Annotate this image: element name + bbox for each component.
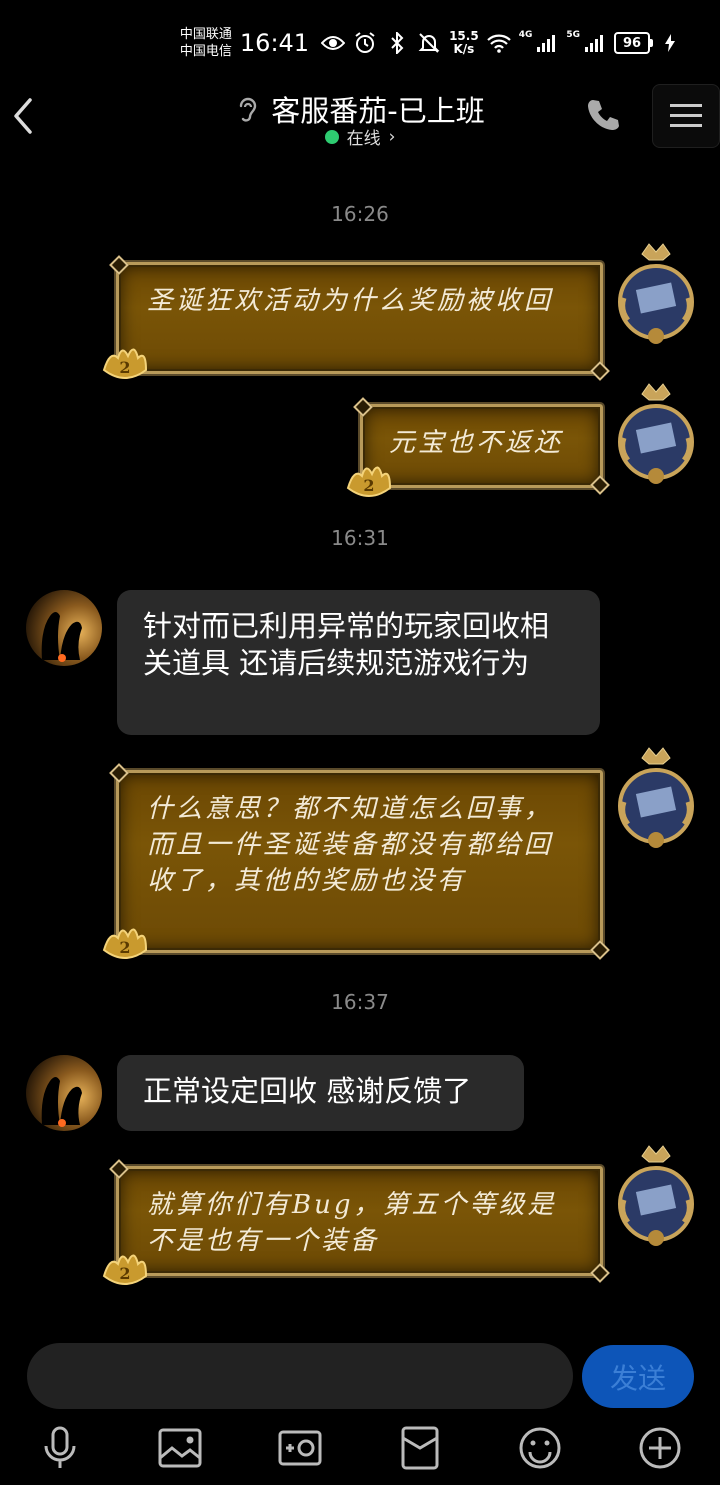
phone-icon	[588, 100, 619, 130]
my-avatar[interactable]	[616, 744, 696, 852]
message-text: 什么意思？都不知道怎么回事，而且一件圣诞装备都没有都给回收了，其他的奖励也没有	[147, 794, 554, 896]
outgoing-message[interactable]: 圣诞狂欢活动为什么奖励被收回	[116, 262, 603, 374]
mic-icon[interactable]	[36, 1424, 84, 1472]
svg-text:2: 2	[363, 476, 374, 495]
mute-bell-icon	[417, 31, 441, 55]
message-input[interactable]	[27, 1343, 573, 1409]
svg-text:2: 2	[119, 938, 130, 957]
chat-header: 客服番茄-已上班 在线 ›	[0, 82, 720, 152]
support-avatar[interactable]	[26, 590, 102, 666]
online-dot	[324, 129, 339, 144]
network-speed: 15.5 K/s	[449, 29, 479, 56]
status-bar: 中国联通 中国电信 16:41 15.5 K/s 4G 5G 96	[180, 22, 682, 64]
timestamp: 16:26	[331, 202, 389, 226]
eye-icon	[321, 31, 346, 55]
my-avatar[interactable]	[616, 1142, 696, 1250]
red-packet-icon[interactable]	[396, 1424, 444, 1472]
alarm-icon	[353, 31, 377, 55]
message-text: 就算你们有Bug，第五个等级是不是也有一个装备	[147, 1190, 557, 1256]
plus-icon[interactable]	[636, 1424, 684, 1472]
input-toolbar	[0, 1420, 720, 1480]
svg-text:2: 2	[119, 358, 130, 377]
outgoing-message[interactable]: 什么意思？都不知道怎么回事，而且一件圣诞装备都没有都给回收了，其他的奖励也没有	[116, 770, 603, 953]
send-button[interactable]: 发送	[582, 1345, 694, 1408]
network-type-2: 5G	[566, 30, 580, 40]
level-badge-icon: 2	[100, 340, 150, 386]
signal-icon-1	[534, 31, 558, 55]
level-badge-icon: 2	[344, 458, 394, 504]
menu-button[interactable]	[652, 84, 720, 148]
carrier-1: 中国联通	[179, 27, 232, 42]
incoming-message[interactable]: 正常设定回收 感谢反馈了	[117, 1055, 524, 1131]
battery-indicator: 96	[614, 32, 653, 54]
status-time: 16:41	[239, 29, 310, 57]
incoming-message[interactable]: 针对而已利用异常的玩家回收相关道具 还请后续规范游戏行为	[117, 590, 600, 735]
level-badge-icon: 2	[100, 920, 150, 966]
image-icon[interactable]	[156, 1424, 204, 1472]
wifi-icon	[486, 31, 511, 55]
signal-icon-2	[582, 31, 606, 55]
online-status-label: 在线	[346, 129, 381, 149]
message-text: 正常设定回收 感谢反馈了	[143, 1074, 472, 1108]
message-text: 针对而已利用异常的玩家回收相关道具 还请后续规范游戏行为	[143, 609, 550, 680]
phone-call-button[interactable]	[584, 96, 622, 134]
carrier-names: 中国联通 中国电信	[180, 26, 232, 60]
network-type-1: 4G	[518, 30, 533, 40]
my-avatar[interactable]	[616, 380, 696, 488]
charging-icon	[658, 31, 682, 55]
carrier-2: 中国电信	[179, 44, 232, 59]
timestamp: 16:31	[331, 526, 389, 550]
hamburger-icon	[670, 104, 702, 127]
message-text: 圣诞狂欢活动为什么奖励被收回	[147, 286, 554, 316]
ear-icon[interactable]	[235, 94, 261, 124]
timestamp: 16:37	[331, 990, 389, 1014]
support-avatar[interactable]	[26, 1055, 102, 1131]
bluetooth-icon	[385, 31, 409, 55]
svg-text:2: 2	[119, 1264, 130, 1283]
my-avatar[interactable]	[616, 240, 696, 348]
emoji-icon[interactable]	[516, 1424, 564, 1472]
level-badge-icon: 2	[100, 1246, 150, 1292]
message-text: 元宝也不返还	[389, 428, 564, 458]
outgoing-message[interactable]: 元宝也不返还	[360, 404, 603, 488]
camera-icon[interactable]	[276, 1424, 324, 1472]
outgoing-message[interactable]: 就算你们有Bug，第五个等级是不是也有一个装备	[116, 1166, 603, 1276]
chevron-right-icon: ›	[388, 126, 396, 147]
